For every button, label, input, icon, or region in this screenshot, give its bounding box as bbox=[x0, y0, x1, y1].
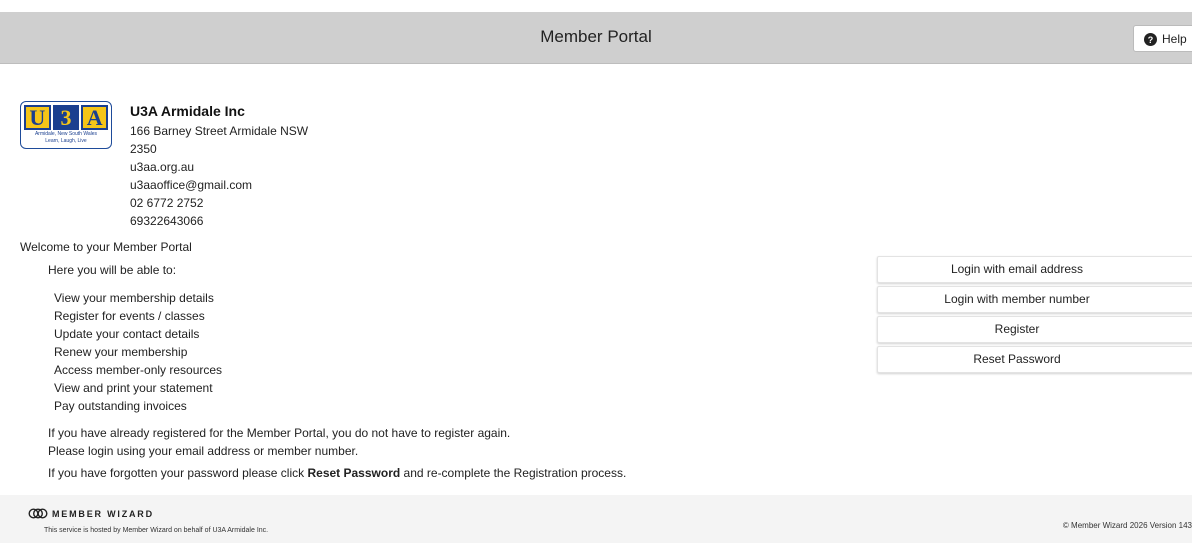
organisation-email: u3aaoffice@gmail.com bbox=[130, 178, 253, 192]
logo-letter-a: A bbox=[81, 105, 109, 130]
login-with-email-button[interactable]: Login with email address bbox=[877, 256, 1192, 283]
page-footer: MEMBER WIZARD This service is hosted by … bbox=[0, 495, 1192, 543]
member-wizard-icon bbox=[28, 508, 48, 519]
member-wizard-brand: MEMBER WIZARD bbox=[52, 508, 154, 519]
organisation-postcode: 2350 bbox=[130, 142, 157, 156]
welcome-text: Welcome to your Member Portal bbox=[20, 240, 192, 254]
organisation-name: U3A Armidale Inc bbox=[130, 103, 245, 119]
question-circle-icon: ? bbox=[1144, 33, 1157, 46]
page-title: Member Portal bbox=[540, 27, 652, 46]
register-button[interactable]: Register bbox=[877, 316, 1192, 343]
copyright-text: © Member Wizard 2026 Version 143 bbox=[1062, 521, 1192, 530]
list-item: Renew your membership bbox=[54, 345, 188, 359]
already-registered-line: If you have already registered for the M… bbox=[48, 426, 511, 440]
list-item: View and print your statement bbox=[54, 381, 213, 395]
forgot-password-prefix: If you have forgotten your password plea… bbox=[48, 466, 308, 480]
logo-subtitle-motto: Learn, Laugh, Live bbox=[45, 138, 87, 144]
list-item: Update your contact details bbox=[54, 327, 200, 341]
login-instruction-line: Please login using your email address or… bbox=[48, 444, 359, 458]
forgot-password-info: If you have forgotten your password plea… bbox=[48, 466, 626, 480]
list-item: Access member-only resources bbox=[54, 363, 223, 377]
organisation-details: U3A Armidale Inc 166 Barney Street Armid… bbox=[130, 103, 308, 230]
organisation-address: 166 Barney Street Armidale NSW bbox=[130, 124, 309, 138]
reset-password-button[interactable]: Reset Password bbox=[877, 346, 1192, 373]
organisation-abn: 69322643066 bbox=[130, 214, 204, 228]
member-wizard-logo: MEMBER WIZARD bbox=[28, 508, 154, 519]
organisation-website: u3aa.org.au bbox=[130, 160, 195, 174]
forgot-password-emphasis: Reset Password bbox=[307, 466, 401, 480]
logo-subtitle-location: Armidale, New South Wales bbox=[34, 131, 98, 137]
top-header-bar: Member Portal ? Help bbox=[0, 12, 1192, 64]
organisation-phone: 02 6772 2752 bbox=[130, 196, 204, 210]
list-item: View your membership details bbox=[54, 291, 214, 305]
login-with-member-number-button[interactable]: Login with member number bbox=[877, 286, 1192, 313]
help-button[interactable]: ? Help bbox=[1133, 25, 1192, 52]
list-item: Pay outstanding invoices bbox=[54, 399, 187, 413]
hosted-by-text: This service is hosted by Member Wizard … bbox=[44, 527, 269, 534]
logo-letter-u: U bbox=[24, 105, 51, 130]
login-actions-panel: Login with email address Login with memb… bbox=[877, 256, 1192, 376]
forgot-password-suffix: and re-complete the Registration process… bbox=[400, 466, 627, 480]
u3a-logo: U 3 A Armidale, New South Wales Learn, L… bbox=[20, 101, 112, 149]
features-list: View your membership details Register fo… bbox=[54, 289, 222, 415]
list-item: Register for events / classes bbox=[54, 309, 205, 323]
already-registered-info: If you have already registered for the M… bbox=[48, 424, 510, 460]
logo-letter-3: 3 bbox=[52, 105, 80, 130]
help-label: Help bbox=[1162, 32, 1187, 46]
features-intro: Here you will be able to: bbox=[48, 263, 177, 277]
